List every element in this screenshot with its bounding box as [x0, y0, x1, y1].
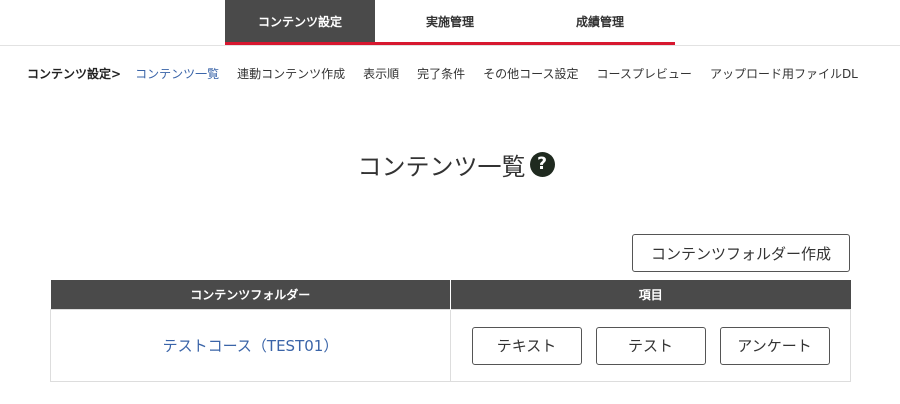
subnav-link-linked-content-create[interactable]: 連動コンテンツ作成	[237, 65, 345, 82]
column-header-content-folder: コンテンツフォルダー	[50, 280, 451, 310]
create-content-folder-button[interactable]: コンテンツフォルダー作成	[632, 234, 850, 272]
page-title: コンテンツ一覧	[357, 152, 526, 181]
subnav-link-completion-conditions[interactable]: 完了条件	[417, 65, 465, 82]
table-header-row: コンテンツフォルダー 項目	[50, 280, 851, 310]
breadcrumb: コンテンツ設定> コンテンツ一覧 連動コンテンツ作成 表示順 完了条件 その他コ…	[27, 64, 876, 82]
subnav-link-upload-file-download[interactable]: アップロード用ファイルDL	[710, 65, 858, 82]
content-folder-table: コンテンツフォルダー 項目 テストコース（TEST01） テキスト テスト アン…	[50, 280, 851, 382]
folder-link[interactable]: テストコース（TEST01）	[163, 337, 339, 355]
subnav-link-other-course-settings[interactable]: その他コース設定	[483, 65, 578, 82]
survey-item-button[interactable]: アンケート	[719, 326, 830, 365]
test-item-button[interactable]: テスト	[595, 326, 706, 365]
tab-grade-management[interactable]: 成績管理	[525, 0, 675, 42]
items-cell: テキスト テスト アンケート	[450, 309, 851, 382]
text-item-button[interactable]: テキスト	[471, 326, 582, 365]
subnav-link-display-order[interactable]: 表示順	[363, 65, 399, 82]
tab-content-settings[interactable]: コンテンツ設定	[225, 0, 375, 42]
tab-implementation-management[interactable]: 実施管理	[375, 0, 525, 42]
question-circle-icon[interactable]: ?	[529, 151, 555, 177]
tab-label: 成績管理	[575, 14, 624, 29]
tab-label: コンテンツ設定	[257, 14, 342, 29]
item-button-group: テキスト テスト アンケート	[451, 326, 850, 365]
subnav-link-course-preview[interactable]: コースプレビュー	[597, 65, 692, 82]
subnav-link-content-list[interactable]: コンテンツ一覧	[135, 65, 219, 82]
page: コンテンツ設定 実施管理 成績管理 コンテンツ設定> コンテンツ一覧 連動コンテ…	[0, 0, 900, 404]
tab-label: 実施管理	[425, 14, 474, 29]
table-row: テストコース（TEST01） テキスト テスト アンケート	[50, 309, 851, 382]
folder-cell: テストコース（TEST01）	[50, 309, 451, 382]
top-tab-bar: コンテンツ設定 実施管理 成績管理	[225, 0, 675, 42]
column-header-items: 項目	[450, 280, 851, 310]
title-row: コンテンツ一覧 ?	[0, 146, 900, 182]
header-divider	[0, 45, 900, 46]
subnav-current-section: コンテンツ設定>	[27, 66, 122, 81]
